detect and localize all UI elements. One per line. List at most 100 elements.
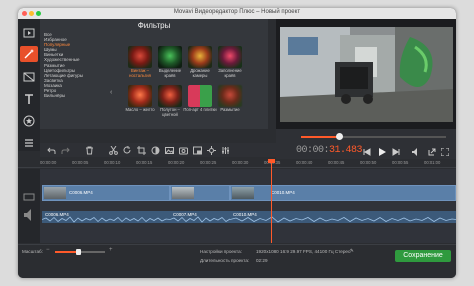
play-icon (379, 148, 386, 156)
contrast-icon (151, 146, 159, 154)
audio-clip[interactable]: C0007.MP4 (170, 211, 230, 223)
magic-wand-icon (24, 49, 34, 59)
project-duration-label: Длительность проекта: (200, 258, 250, 263)
star-icon (23, 115, 35, 127)
project-settings-value: 1920x1080 16:9 29.97 FPS, 44100 Гц Стере… (256, 249, 351, 254)
app-window: Movavi Видеоредактор Плюс – Новый проект… (18, 8, 456, 278)
save-button[interactable]: Сохранение (395, 250, 451, 262)
zoom-slider-fill (55, 251, 78, 253)
timeline-ruler[interactable]: 00:00:00 00:00:05 00:00:10 00:00:15 00:0… (18, 159, 456, 168)
audio-clip[interactable]: C0010.MP4 (230, 211, 456, 223)
playback-progress[interactable] (301, 133, 446, 140)
transitions-tool-button[interactable] (20, 69, 38, 85)
next-frame-button[interactable] (392, 148, 400, 156)
audio-clip[interactable]: C0006.MP4 (42, 211, 170, 223)
stabilize-button[interactable] (178, 145, 188, 155)
filter-category-list: Все Избранное Популярные Шумы Виньетки Х… (44, 32, 104, 98)
import-tool-button[interactable] (20, 25, 38, 41)
filter-label: Выделение краёв (158, 68, 182, 78)
project-settings-label: Настройки проекта: (200, 249, 242, 254)
stickers-tool-button[interactable] (20, 113, 38, 129)
play-button[interactable] (378, 148, 386, 156)
filter-thumb-blur[interactable] (218, 85, 242, 107)
filter-thumb-edges[interactable] (158, 46, 182, 68)
speaker-icon (412, 148, 417, 156)
crop-icon (136, 145, 146, 155)
clip-thumbnail (172, 187, 194, 199)
filter-label: Масло – желто (125, 107, 155, 112)
image-icon (164, 146, 174, 154)
timecode-current: 31.483 (329, 145, 363, 156)
rotate-icon (123, 145, 131, 153)
ruler-tick: 00:00:45 (328, 160, 345, 165)
video-clip[interactable] (170, 185, 230, 201)
playhead-handle[interactable] (268, 159, 275, 163)
pip-icon (192, 146, 202, 154)
zoom-out-icon[interactable]: − (46, 247, 50, 253)
rotate-button[interactable] (122, 145, 132, 155)
volume-button[interactable] (412, 148, 420, 156)
delete-button[interactable] (84, 145, 94, 155)
crop-button[interactable] (136, 145, 146, 155)
playhead-line[interactable] (271, 159, 272, 243)
scissors-icon (108, 145, 118, 155)
transitions-icon (23, 72, 35, 82)
clip-thumbnail (44, 187, 66, 199)
ruler-tick: 00:00:20 (168, 160, 185, 165)
pencil-icon[interactable]: ✎ (350, 248, 354, 254)
zoom-slider-knob[interactable] (75, 249, 81, 255)
filter-thumb-popart[interactable] (188, 85, 212, 107)
filter-label: Заполнение краёв (218, 68, 242, 78)
filter-label: Размытие (220, 107, 240, 112)
ruler-tick: 00:00:40 (296, 160, 313, 165)
equalizer-icon (221, 146, 229, 154)
detach-player-button[interactable] (428, 148, 436, 156)
filter-thumb-shake[interactable] (188, 46, 212, 68)
text-icon (25, 94, 33, 104)
filters-title: Фильтры (137, 21, 171, 30)
playback-progress-knob[interactable] (335, 133, 343, 140)
chevron-left-icon[interactable]: ‹ (110, 89, 112, 96)
cut-button[interactable] (108, 145, 118, 155)
zoom-in-icon[interactable]: + (109, 247, 113, 253)
filter-label: Дрожание камеры (190, 68, 210, 78)
pip-button[interactable] (192, 145, 202, 155)
film-import-icon (23, 28, 35, 38)
title-bar: Movavi Видеоредактор Плюс – Новый проект (18, 8, 456, 19)
ruler-tick: 00:00:10 (104, 160, 121, 165)
video-clip-label: C0010.MP4 (271, 190, 295, 195)
edit-toolbar (40, 143, 276, 157)
titles-tool-button[interactable] (20, 91, 38, 107)
video-clip-label: C0006.MP4 (69, 190, 93, 195)
video-clip[interactable]: C0006.MP4 (42, 185, 170, 201)
preview-video (280, 27, 453, 122)
skip-back-icon (363, 148, 371, 156)
fullscreen-button[interactable] (441, 148, 449, 156)
color-adjust-button[interactable] (150, 145, 160, 155)
previous-frame-button[interactable] (363, 148, 371, 156)
list-icon (25, 139, 33, 147)
filter-thumb-oil[interactable] (128, 85, 152, 107)
filter-thumb-halftone[interactable] (158, 85, 182, 107)
undo-button[interactable] (46, 145, 56, 155)
scale-label: Масштаб: (22, 249, 43, 254)
zoom-slider[interactable] (55, 249, 105, 255)
equalizer-button[interactable] (220, 145, 230, 155)
filter-thumb-vintage[interactable] (128, 46, 152, 68)
image-button[interactable] (164, 145, 174, 155)
timecode: 00:00:31.483 (296, 145, 363, 156)
video-clip[interactable]: C0010.MP4 (230, 185, 456, 201)
audio-waveform (230, 216, 456, 223)
filter-category[interactable]: Вильнёры (44, 93, 104, 98)
filter-label: Полутон – цветной (160, 107, 180, 117)
filters-panel: Фильтры Все Избранное Популярные Шумы Ви… (40, 19, 268, 129)
filter-label: Винтаж – ностальгия (129, 68, 151, 78)
filter-thumb-fill[interactable] (218, 46, 242, 68)
ruler-tick: 00:01:00 (424, 160, 441, 165)
ruler-tick: 00:00:15 (136, 160, 153, 165)
filters-tool-button[interactable] (20, 46, 38, 62)
filter-label: Поп-арт 4 плитки (183, 107, 217, 112)
more-tools-button[interactable] (20, 135, 38, 151)
redo-button[interactable] (60, 145, 70, 155)
settings-button[interactable] (206, 145, 216, 155)
